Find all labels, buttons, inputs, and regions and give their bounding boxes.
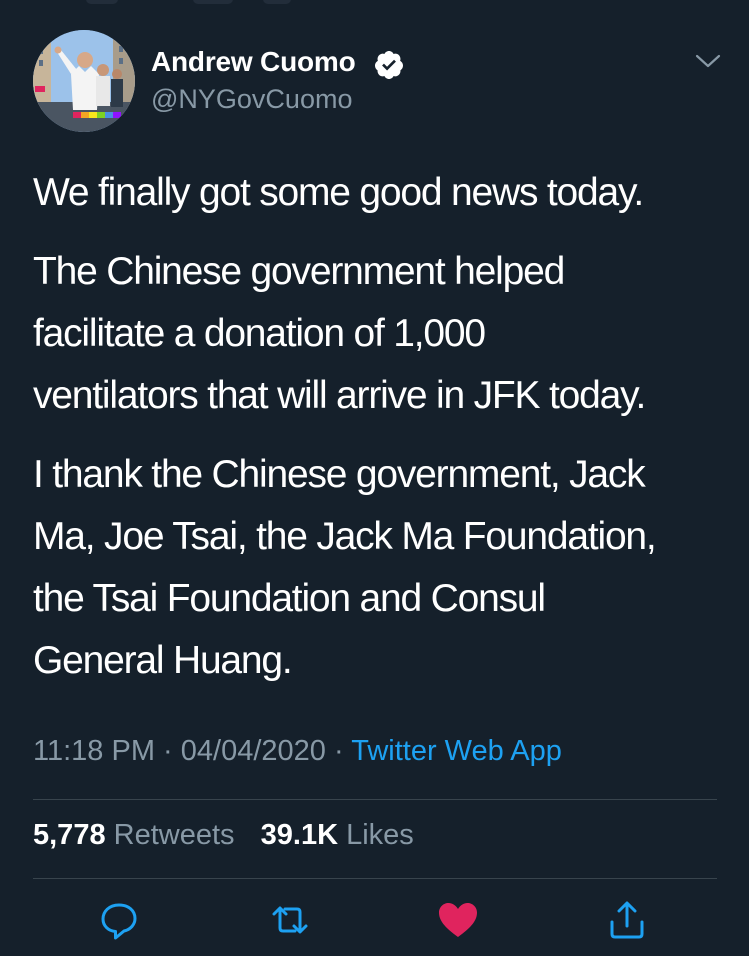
meta-separator: · [163,735,173,767]
cropped-text-fragment [263,0,291,4]
tweet-text: We finally got some good news today. The… [33,162,723,709]
chevron-down-icon[interactable] [695,51,721,71]
retweet-button[interactable] [268,898,312,942]
retweet-icon [272,906,308,934]
top-edge [0,0,749,8]
share-button[interactable] [605,898,649,942]
likes-stat[interactable]: 39.1K Likes [261,819,414,851]
reply-icon [101,903,137,940]
likes-count: 39.1K [260,819,339,851]
tweet-source-link[interactable]: Twitter Web App [351,735,562,767]
like-button[interactable] [436,898,480,942]
avatar[interactable] [33,30,135,132]
heart-icon [439,903,477,937]
tweet-stats: 5,778 Retweets 39.1K Likes [33,819,414,852]
tweet-paragraph: I thank the Chinese government, Jack Ma,… [33,453,657,682]
tweet-date[interactable]: 04/04/2020 [181,735,326,767]
retweets-count: 5,778 [33,819,106,851]
cropped-text-fragment [193,0,233,4]
cropped-text-fragment [86,0,118,4]
retweets-stat[interactable]: 5,778 Retweets [33,819,243,851]
avatar-photo [33,30,135,132]
share-icon [610,901,644,939]
author-name[interactable]: Andrew Cuomo [151,46,356,78]
verified-badge-icon [374,51,403,79]
tweet-paragraph: We finally got some good news today. [33,171,644,214]
divider [33,799,717,800]
tweet-time[interactable]: 11:18 PM [33,735,155,767]
tweet-metadata: 11:18 PM · 04/04/2020 · Twitter Web App [33,735,562,768]
meta-separator: · [334,735,344,767]
reply-button[interactable] [97,898,141,942]
divider [33,878,717,879]
author-handle[interactable]: @NYGovCuomo [151,84,352,115]
retweets-label: Retweets [113,819,235,851]
likes-label: Likes [346,819,414,851]
tweet-paragraph: The Chinese government helped facilitate… [33,250,646,417]
